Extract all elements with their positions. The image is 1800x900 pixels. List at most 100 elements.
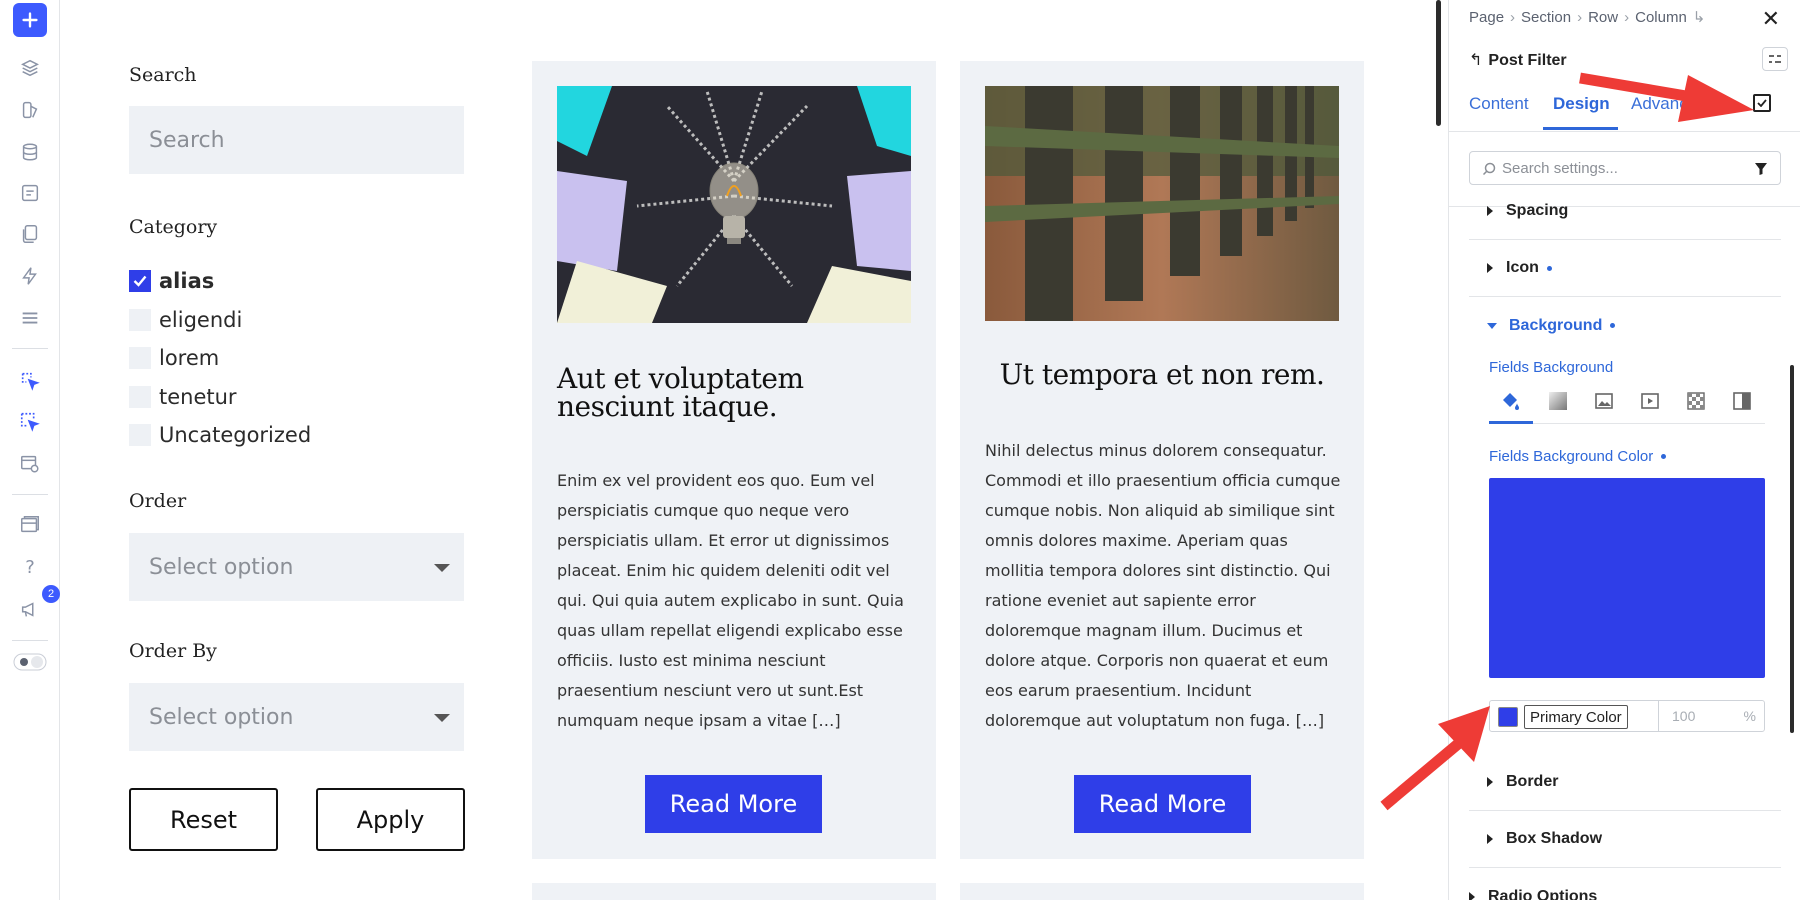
brush-icon[interactable] [12,92,48,128]
active-tab-indicator [1543,127,1618,130]
tab-design[interactable]: Design [1553,94,1610,114]
mask-icon[interactable] [1731,390,1753,412]
database-icon[interactable] [12,134,48,170]
section-label: Border [1506,773,1559,790]
category-list: alias eligendi lorem tenetur Uncategoriz… [129,262,311,455]
help-icon[interactable]: ? [12,549,48,585]
post-thumbnail-fence[interactable] [985,86,1339,321]
image-icon[interactable] [1593,390,1615,412]
fields-background-color-label: Fields Background Color [1489,448,1667,465]
select-cursor-icon[interactable] [12,363,48,399]
close-icon[interactable]: ✕ [1762,6,1780,32]
settings-search-field[interactable] [1469,151,1781,185]
section-icon[interactable]: Icon [1469,240,1781,297]
read-more-button[interactable]: Read More [645,775,822,833]
fields-background-label: Fields Background [1489,359,1614,376]
layers-icon[interactable] [12,50,48,86]
bolt-icon[interactable] [12,258,48,294]
breadcrumb-item[interactable]: Column [1635,9,1687,26]
breadcrumb-item[interactable]: Row [1588,9,1618,26]
post-card-next [532,883,936,900]
return-arrow-icon: ↳ [1692,9,1706,26]
reset-button[interactable]: Reset [129,788,278,851]
section-radio-options[interactable]: Radio Options [1449,868,1761,900]
pages-icon[interactable] [12,216,48,252]
section-spacing[interactable]: Spacing [1469,183,1781,240]
panel-tabs: Content Design Advanced [1449,90,1800,132]
checkbox[interactable] [129,385,151,408]
apply-button[interactable]: Apply [316,788,465,851]
color-picker-swatch[interactable] [1489,478,1765,678]
section-border[interactable]: Border [1469,754,1781,811]
pattern-icon[interactable] [1685,390,1707,412]
color-swatch-icon[interactable] [1498,707,1518,727]
element-title-text: Post Filter [1488,52,1567,69]
dropdown-caret-icon [434,714,450,722]
templates-icon[interactable] [12,507,48,543]
category-item-lorem[interactable]: lorem [129,339,311,378]
search-icon [1482,162,1496,176]
checkbox[interactable] [129,347,151,370]
checkbox-checked-icon[interactable] [129,270,151,293]
panel-options-icon[interactable] [1762,47,1788,71]
paint-bucket-icon[interactable] [1499,390,1521,412]
modified-dot [1610,323,1616,328]
back-arrow-icon[interactable]: ↰ [1469,52,1482,69]
preview-icon[interactable] [12,446,48,482]
post-card: Aut et voluptatem nesciunt itaque. Enim … [532,61,936,859]
section-box-shadow[interactable]: Box Shadow [1469,811,1781,868]
global-color-name[interactable]: Primary Color [1524,705,1628,729]
post-title[interactable]: Ut tempora et non rem. [985,361,1339,389]
category-label: Category [129,216,218,238]
caret-right-icon [1469,891,1475,900]
label-text: Fields Background Color [1489,448,1654,465]
checkbox[interactable] [129,308,151,331]
canvas-scrollbar[interactable] [1436,0,1441,126]
opacity-input[interactable]: 100 [1672,708,1695,724]
category-item-uncategorized[interactable]: Uncategorized [129,416,311,455]
category-item-tenetur[interactable]: tenetur [129,378,311,417]
breadcrumb-item[interactable]: Page [1469,9,1504,26]
dropdown-caret-icon [434,564,450,572]
megaphone-icon[interactable]: 2 [12,585,60,627]
category-item-alias[interactable]: alias [129,262,311,301]
element-title: ↰ Post Filter [1469,50,1567,70]
modified-dot [1661,454,1667,459]
search-label: Search [129,64,197,86]
multi-select-icon[interactable] [12,404,48,440]
checkbox-square-icon[interactable] [1753,94,1771,112]
filter-icon[interactable] [1754,162,1768,176]
post-card: Ut tempora et non rem. Nihil delectus mi… [960,61,1364,859]
section-label: Icon [1506,259,1539,276]
video-icon[interactable] [1639,390,1661,412]
toggle-icon[interactable] [12,644,48,680]
post-excerpt: Enim ex vel provident eos quo. Eum vel p… [557,471,904,730]
post-card-next [960,883,1364,900]
caret-right-icon [1487,834,1493,844]
section-label: Spacing [1506,202,1569,219]
category-item-eligendi[interactable]: eligendi [129,301,311,340]
read-more-button[interactable]: Read More [1074,775,1251,833]
checkbox[interactable] [129,424,151,447]
list-icon[interactable] [12,300,48,336]
post-thumbnail-lightbulb[interactable] [557,86,911,323]
form-icon[interactable] [12,175,48,211]
search-input[interactable] [129,106,464,174]
settings-panel: Page › Section › Row › Column ↳ ✕ ↰ Post Filter … [1448,0,1800,900]
add-icon[interactable] [13,3,47,37]
section-label: Background [1509,316,1603,334]
panel-scrollbar[interactable] [1790,365,1794,733]
tab-advanced[interactable]: Advanced [1631,94,1707,114]
settings-search-input[interactable] [1502,159,1732,177]
category-name: eligendi [159,307,243,332]
order-select[interactable]: Select option [129,533,464,601]
tab-content[interactable]: Content [1469,94,1529,114]
section-label: Radio Options [1488,887,1598,900]
order-by-select[interactable]: Select option [129,683,464,751]
post-title[interactable]: Aut et voluptatem nesciunt itaque. [557,365,911,421]
category-name: alias [159,269,215,294]
gradient-icon[interactable] [1547,390,1569,412]
breadcrumb-item[interactable]: Section [1521,9,1571,26]
color-value-field: Primary Color 100 % [1489,700,1765,732]
section-background[interactable]: Background [1469,297,1781,354]
